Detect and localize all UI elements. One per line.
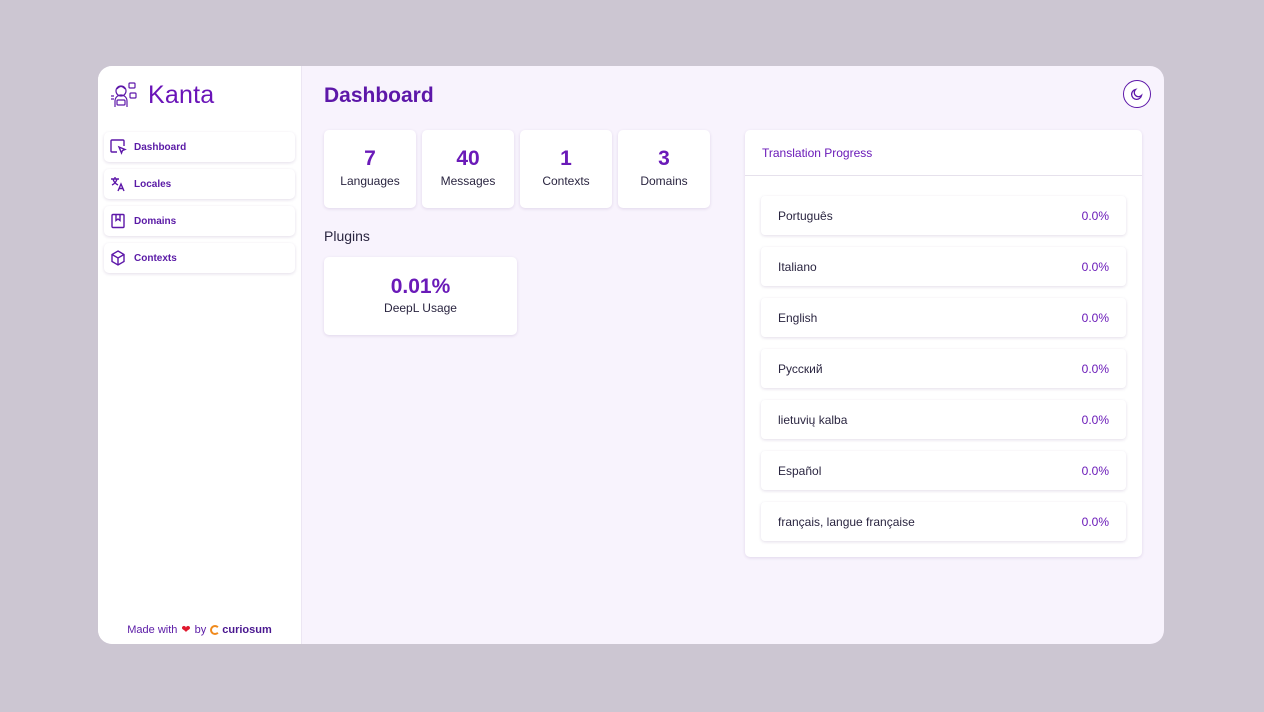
brand[interactable]: Kanta xyxy=(98,66,301,124)
locale-row[interactable]: Español 0.0% xyxy=(761,451,1126,490)
locale-name: Русский xyxy=(778,361,823,376)
kanta-logo-icon xyxy=(111,82,137,107)
plugin-card-deepl: 0.01% DeepL Usage xyxy=(324,257,517,335)
cube-icon xyxy=(111,250,125,266)
sidebar: Kanta Dashboard Locales Domains Contexts… xyxy=(98,66,302,644)
locale-row[interactable]: Italiano 0.0% xyxy=(761,247,1126,286)
locale-name: English xyxy=(778,310,818,325)
plugins-heading: Plugins xyxy=(324,228,370,244)
locale-percent: 0.0% xyxy=(1081,514,1109,529)
locale-percent: 0.0% xyxy=(1081,259,1109,274)
sidebar-item-domains[interactable]: Domains xyxy=(104,206,295,236)
sidebar-nav: Dashboard Locales Domains Contexts xyxy=(98,132,301,273)
locale-percent: 0.0% xyxy=(1081,310,1109,325)
locale-row[interactable]: English 0.0% xyxy=(761,298,1126,337)
translation-progress-list: Português 0.0% Italiano 0.0% English 0.0… xyxy=(745,176,1142,541)
sidebar-item-label: Domains xyxy=(134,215,177,227)
stat-label: Contexts xyxy=(542,174,590,188)
page-title: Dashboard xyxy=(324,84,434,107)
app-window: Kanta Dashboard Locales Domains Contexts… xyxy=(98,66,1164,644)
locale-name: lietuvių kalba xyxy=(778,412,848,427)
stat-card-languages: 7 Languages xyxy=(324,130,416,208)
locale-percent: 0.0% xyxy=(1081,463,1109,478)
locale-percent: 0.0% xyxy=(1081,412,1109,427)
sidebar-item-label: Contexts xyxy=(134,252,177,264)
plugin-label: DeepL Usage xyxy=(384,301,457,315)
curiosum-logo-icon xyxy=(210,624,221,635)
stat-card-domains: 3 Domains xyxy=(618,130,710,208)
moon-icon xyxy=(1130,88,1143,101)
cursor-select-icon xyxy=(110,139,127,155)
locale-row[interactable]: Русский 0.0% xyxy=(761,349,1126,388)
locale-row[interactable]: lietuvių kalba 0.0% xyxy=(761,400,1126,439)
stat-value: 1 xyxy=(560,147,572,170)
locale-percent: 0.0% xyxy=(1081,208,1109,223)
sidebar-footer: Made with ❤ by curiosum xyxy=(98,623,301,637)
main-content: Dashboard 7 Languages 40 Messages 1 Cont… xyxy=(302,66,1164,644)
locale-name: français, langue française xyxy=(778,514,915,529)
heart-icon: ❤ xyxy=(181,624,191,636)
plugin-value: 0.01% xyxy=(390,275,451,298)
theme-toggle-button[interactable] xyxy=(1123,80,1151,108)
stat-value: 40 xyxy=(456,147,480,170)
footer-by: by xyxy=(194,623,207,636)
stat-card-contexts: 1 Contexts xyxy=(520,130,612,208)
stats-row: 7 Languages 40 Messages 1 Contexts 3 Dom… xyxy=(324,130,710,208)
stat-value: 7 xyxy=(364,147,376,170)
brand-name: Kanta xyxy=(148,80,215,109)
sidebar-item-dashboard[interactable]: Dashboard xyxy=(104,132,295,162)
footer-made-with: Made with xyxy=(127,623,178,636)
curiosum-name: curiosum xyxy=(222,623,272,636)
sidebar-item-locales[interactable]: Locales xyxy=(104,169,295,199)
stat-label: Messages xyxy=(440,174,496,188)
translation-progress-title: Translation Progress xyxy=(745,130,1142,176)
locale-row[interactable]: Português 0.0% xyxy=(761,196,1126,235)
translate-icon xyxy=(111,177,125,192)
sidebar-item-contexts[interactable]: Contexts xyxy=(104,243,295,273)
stat-card-messages: 40 Messages xyxy=(422,130,514,208)
locale-name: Español xyxy=(778,463,822,478)
locale-name: Português xyxy=(778,208,833,223)
bookmark-box-icon xyxy=(111,213,125,229)
translation-progress-card: Translation Progress Português 0.0% Ital… xyxy=(745,130,1142,557)
stat-label: Languages xyxy=(340,174,400,188)
sidebar-item-label: Dashboard xyxy=(134,141,187,153)
locale-row[interactable]: français, langue française 0.0% xyxy=(761,502,1126,541)
locale-percent: 0.0% xyxy=(1081,361,1109,376)
sidebar-item-label: Locales xyxy=(134,178,172,190)
stat-value: 3 xyxy=(658,147,670,170)
locale-name: Italiano xyxy=(778,259,817,274)
curiosum-link[interactable]: curiosum xyxy=(210,624,272,636)
stat-label: Domains xyxy=(640,174,688,188)
